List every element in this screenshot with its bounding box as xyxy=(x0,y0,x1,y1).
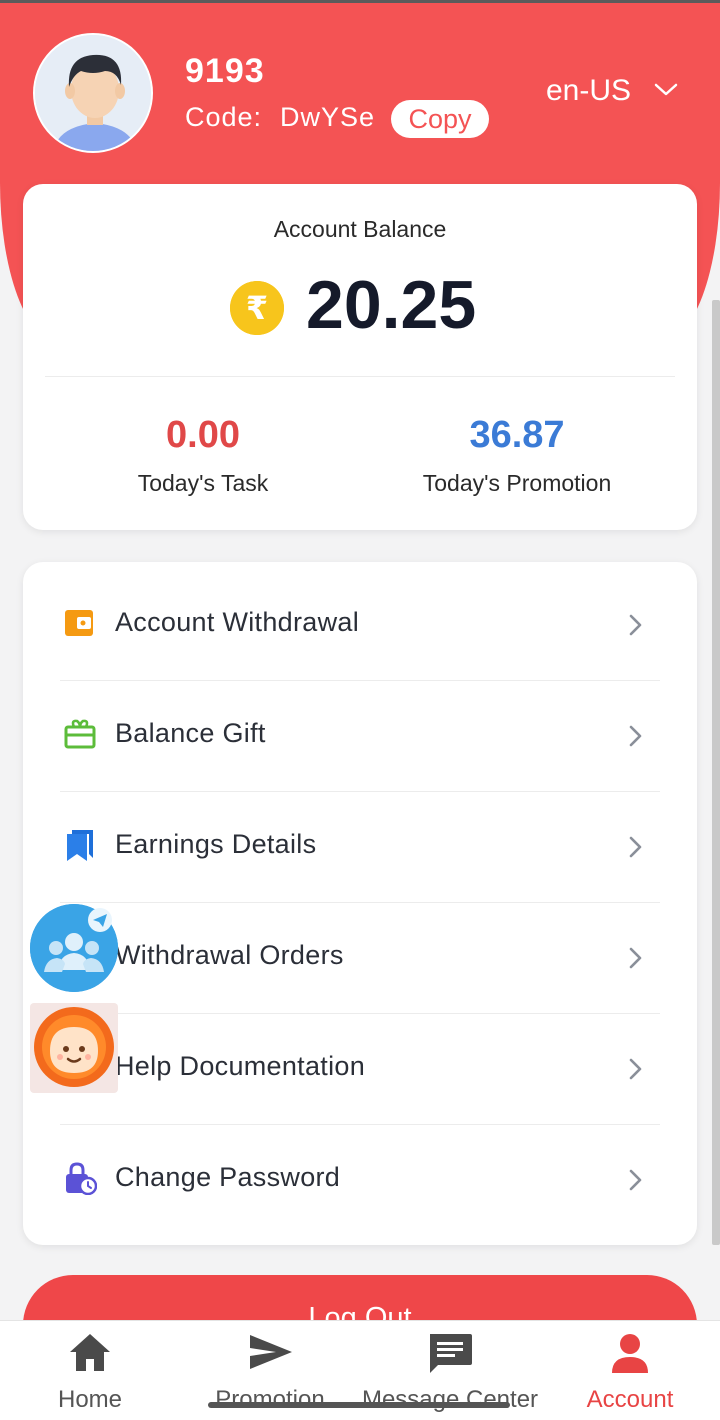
menu-item-label: Withdrawal Orders xyxy=(115,940,344,970)
menu-item-account-withdrawal[interactable]: Account Withdrawal xyxy=(23,562,697,681)
customer-service-button[interactable] xyxy=(30,1003,118,1093)
user-avatar-icon xyxy=(35,35,151,151)
menu-item-help-documentation[interactable]: Help Documentation xyxy=(23,1006,697,1125)
chevron-down-icon[interactable] xyxy=(652,80,680,100)
balance-title: Account Balance xyxy=(273,216,447,242)
send-icon xyxy=(250,1335,292,1369)
chevron-right-icon xyxy=(629,947,642,969)
telegram-group-button[interactable] xyxy=(30,904,118,992)
nav-label: Home xyxy=(57,1386,123,1413)
invite-code-value: DwYSe xyxy=(280,102,376,132)
menu-item-label: Earnings Details xyxy=(115,829,317,859)
menu-item-withdrawal-orders[interactable]: Withdrawal Orders xyxy=(23,895,697,1014)
rupee-coin-icon: ₹ xyxy=(230,281,284,335)
menu-item-earnings-details[interactable]: Earnings Details xyxy=(23,784,697,903)
chevron-right-icon xyxy=(629,836,642,858)
menu-item-balance-gift[interactable]: Balance Gift xyxy=(23,673,697,792)
chevron-right-icon xyxy=(629,614,642,636)
message-icon xyxy=(430,1334,472,1373)
person-icon xyxy=(612,1334,648,1373)
balance-card: Account Balance ₹ 20.25 0.00 Today's Tas… xyxy=(23,184,697,530)
copy-button[interactable]: Copy xyxy=(391,100,489,138)
customer-service-icon xyxy=(34,1007,114,1087)
chevron-right-icon xyxy=(629,1058,642,1080)
nav-account[interactable]: Account xyxy=(540,1321,720,1420)
bookmark-icon xyxy=(67,830,93,861)
group-telegram-icon xyxy=(30,904,118,992)
currency-symbol: ₹ xyxy=(246,289,268,327)
todays-promotion-label: Today's Promotion xyxy=(422,470,612,496)
menu-item-label: Change Password xyxy=(115,1162,341,1192)
wallet-icon xyxy=(65,610,93,636)
todays-task-label: Today's Task xyxy=(137,470,269,496)
todays-task-value: 0.00 xyxy=(166,414,240,456)
menu-item-label: Help Documentation xyxy=(115,1051,366,1081)
chevron-right-icon xyxy=(629,1169,642,1191)
nav-label: Promotion xyxy=(215,1386,325,1413)
divider xyxy=(45,376,675,377)
chevron-right-icon xyxy=(629,725,642,747)
menu-card: Account Withdrawal Balance Gift Earnings… xyxy=(23,562,697,1245)
menu-item-label: Balance Gift xyxy=(115,718,266,748)
avatar[interactable] xyxy=(33,33,153,153)
nav-home[interactable]: Home xyxy=(0,1321,180,1420)
menu-item-change-password[interactable]: Change Password xyxy=(23,1117,697,1228)
todays-promotion-value: 36.87 xyxy=(469,414,565,456)
menu-item-label: Account Withdrawal xyxy=(115,607,359,637)
scrollbar[interactable] xyxy=(712,300,720,1245)
nav-label: Message Center xyxy=(361,1386,539,1413)
balance-amount: 20.25 xyxy=(306,267,477,343)
lock-clock-icon xyxy=(66,1162,97,1195)
home-indicator xyxy=(208,1402,510,1408)
nav-label: Account xyxy=(586,1386,674,1413)
user-id: 9193 xyxy=(185,52,265,90)
language-selector[interactable]: en-US xyxy=(546,74,631,108)
invite-code-label: Code: xyxy=(185,102,263,132)
home-icon xyxy=(70,1334,110,1371)
gift-icon xyxy=(64,719,96,749)
